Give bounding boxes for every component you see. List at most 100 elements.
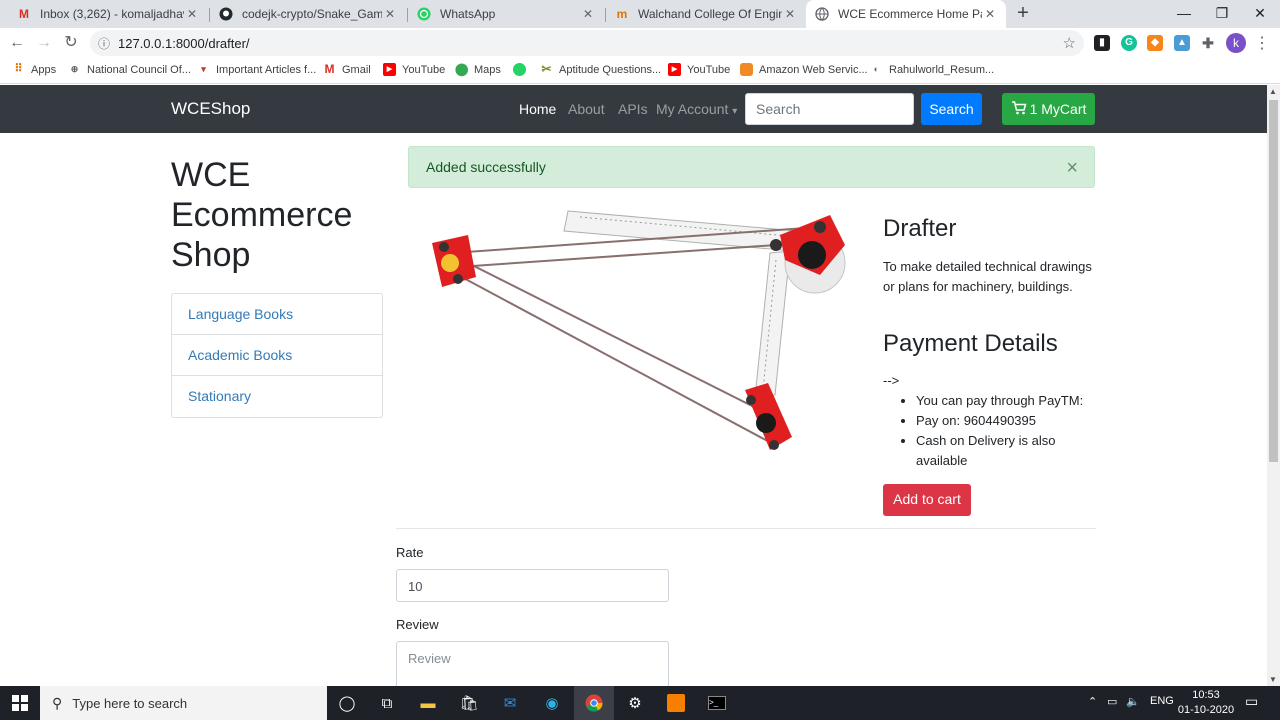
sublime-icon[interactable]	[656, 686, 696, 720]
close-icon[interactable]: ✕	[982, 7, 998, 21]
scroll-up-icon[interactable]: ▲	[1269, 87, 1277, 96]
edge-icon[interactable]: ◉	[532, 686, 572, 720]
address-bar[interactable]: ⓘ 127.0.0.1:8000/drafter/ ☆	[90, 30, 1084, 56]
search-button[interactable]: Search	[921, 93, 982, 125]
site-brand[interactable]: WCEShop	[171, 99, 250, 119]
extension-icon[interactable]: ▲	[1174, 35, 1190, 51]
bookmark-gmail[interactable]: M Gmail	[323, 63, 371, 76]
nav-my-account[interactable]: My Account ▾	[656, 101, 737, 117]
category-stationary[interactable]: Stationary	[172, 376, 382, 417]
minimize-button[interactable]: —	[1166, 0, 1202, 28]
nav-home[interactable]: Home	[519, 101, 556, 117]
forward-button[interactable]: →	[33, 32, 55, 54]
alert-close-button[interactable]: ×	[1066, 157, 1078, 180]
grammarly-extension-icon[interactable]: G	[1121, 35, 1137, 51]
college-icon: m	[616, 7, 628, 21]
close-icon[interactable]: ✕	[782, 7, 798, 21]
scrollbar-thumb[interactable]	[1269, 100, 1278, 462]
youtube-icon: ▶	[383, 63, 396, 76]
chrome-icon[interactable]	[574, 686, 614, 720]
bookmark-youtube-2[interactable]: ▶ YouTube	[668, 63, 730, 76]
gmail-icon: M	[19, 7, 29, 21]
bookmark-label: YouTube	[402, 63, 446, 76]
mail-icon[interactable]: ✉	[490, 686, 530, 720]
bookmark-label: Maps	[474, 63, 501, 76]
bookmark-aws[interactable]: Amazon Web Servic...	[740, 63, 868, 76]
review-textarea[interactable]: Review	[396, 641, 669, 686]
bookmark-important-articles[interactable]: ▾ Important Articles f...	[197, 63, 316, 76]
close-icon[interactable]: ✕	[382, 7, 398, 21]
cortana-icon[interactable]: ◯	[327, 686, 367, 720]
category-list: Language Books Academic Books Stationary	[171, 293, 383, 418]
bookmark-youtube[interactable]: ▶ YouTube	[383, 63, 445, 76]
close-icon[interactable]: ✕	[184, 7, 200, 21]
bookmark-maps[interactable]: ⬤ Maps	[455, 63, 501, 76]
taskbar-search-box[interactable]: ⚲ Type here to search	[40, 686, 327, 720]
reload-button[interactable]: ↻	[60, 32, 82, 54]
add-to-cart-button[interactable]: Add to cart	[883, 484, 971, 516]
url-text[interactable]: 127.0.0.1:8000/drafter/	[118, 36, 250, 51]
bookmark-apps[interactable]: ⠿ Apps	[12, 63, 56, 76]
search-input[interactable]: Search	[745, 93, 914, 125]
browser-tab-strip: M Inbox (3,262) - komaljadhav3110 ✕ code…	[0, 0, 1280, 28]
article-icon: ▾	[201, 64, 206, 74]
volume-icon[interactable]: 🔈	[1126, 695, 1140, 708]
windows-logo-icon	[12, 695, 28, 711]
start-button[interactable]	[0, 686, 40, 720]
caret-down-icon: ▾	[732, 106, 738, 117]
tab-whatsapp[interactable]: WhatsApp ✕	[408, 0, 604, 28]
menu-kebab-icon[interactable]: ⋮	[1254, 33, 1270, 53]
tray-expand-icon[interactable]: ⌃	[1088, 695, 1097, 708]
battery-icon[interactable]: ▭	[1107, 695, 1117, 708]
store-icon[interactable]: 🛍	[449, 686, 489, 720]
notification-icon[interactable]: ▭	[1245, 693, 1258, 710]
nav-my-account-label: My Account	[656, 101, 729, 117]
category-language-books[interactable]: Language Books	[172, 294, 382, 335]
bookmark-label: Gmail	[342, 63, 371, 76]
taskbar-search-placeholder: Type here to search	[72, 695, 188, 711]
github-icon	[218, 6, 234, 22]
tab-gmail[interactable]: M Inbox (3,262) - komaljadhav3110 ✕	[8, 0, 208, 28]
bookmark-star-icon[interactable]: ☆	[1063, 34, 1076, 52]
clock-time: 10:53	[1192, 689, 1220, 701]
terminal-icon[interactable]: >_	[697, 686, 737, 720]
metamask-extension-icon[interactable]: ◆	[1147, 35, 1163, 51]
list-item: Cash on Delivery is also available	[916, 431, 1096, 471]
taskbar-clock[interactable]: 10:53 01-10-2020	[1172, 688, 1240, 718]
maximize-button[interactable]: ❐	[1204, 0, 1240, 28]
list-item: Pay on: 9604490395	[916, 411, 1096, 431]
tab-wce-ecommerce[interactable]: WCE Ecommerce Home Page ✕	[806, 0, 1006, 28]
product-name: Drafter	[883, 215, 957, 242]
rate-input[interactable]: 10	[396, 569, 669, 602]
info-icon[interactable]: ⓘ	[90, 35, 118, 52]
tab-github[interactable]: codejk-crypto/Snake_Game: Crea ✕	[210, 0, 406, 28]
bookmark-whatsapp[interactable]	[513, 63, 532, 76]
profile-avatar[interactable]: k	[1226, 33, 1246, 53]
page-scrollbar[interactable]: ▲ ▼	[1267, 85, 1280, 686]
category-academic-books[interactable]: Academic Books	[172, 335, 382, 376]
task-view-icon[interactable]: ⧉	[367, 686, 407, 720]
bookmark-rahulworld[interactable]: ◐ Rahulworld_Resum...	[870, 63, 994, 76]
apps-grid-icon: ⠿	[14, 63, 23, 75]
nav-apis[interactable]: APIs	[618, 101, 648, 117]
back-button[interactable]: ←	[6, 32, 28, 54]
terminal-extension-icon[interactable]: ▮	[1094, 35, 1110, 51]
close-window-button[interactable]: ✕	[1242, 0, 1278, 28]
file-explorer-icon[interactable]: ▬	[408, 686, 448, 720]
youtube-icon: ▶	[668, 63, 681, 76]
scroll-down-icon[interactable]: ▼	[1269, 675, 1277, 684]
bookmark-aptitude[interactable]: ✂ Aptitude Questions...	[540, 63, 661, 76]
drafter-illustration	[432, 210, 846, 450]
tab-walchand[interactable]: m Walchand College Of Engineering ✕	[606, 0, 806, 28]
bookmark-national-council[interactable]: ⊕ National Council Of...	[68, 63, 191, 76]
new-tab-button[interactable]: +	[1012, 2, 1034, 24]
puzzle-extensions-icon[interactable]: ✚	[1200, 35, 1216, 51]
close-icon[interactable]: ✕	[580, 7, 596, 21]
nav-about[interactable]: About	[568, 101, 605, 117]
my-cart-button[interactable]: 1 MyCart	[1002, 93, 1095, 125]
tab-title: Inbox (3,262) - komaljadhav3110	[40, 7, 184, 21]
settings-gear-icon[interactable]: ⚙	[615, 686, 655, 720]
bookmark-label: YouTube	[687, 63, 731, 76]
whatsapp-icon	[416, 6, 432, 22]
language-indicator[interactable]: ENG	[1150, 695, 1174, 707]
